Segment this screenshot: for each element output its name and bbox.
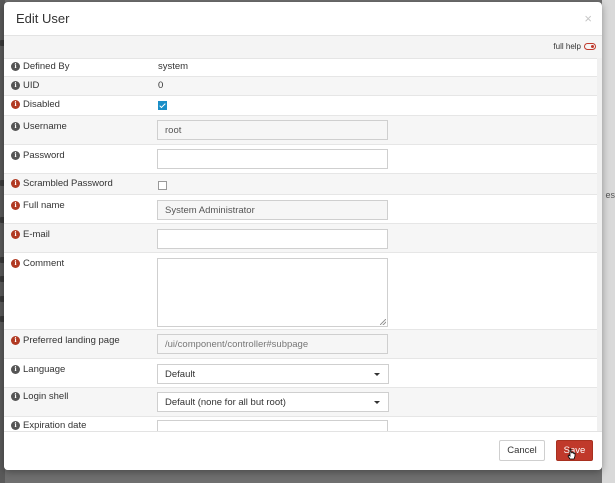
info-icon[interactable]: i	[11, 365, 20, 374]
info-icon[interactable]: i	[11, 81, 20, 90]
info-icon[interactable]: i	[11, 201, 20, 210]
caret-down-icon	[374, 401, 380, 404]
dialog-header: Edit User ×	[4, 2, 602, 36]
expiration-date-label: Expiration date	[23, 420, 87, 431]
password-label: Password	[23, 150, 65, 161]
dialog-title: Edit User	[16, 11, 70, 26]
language-select[interactable]: Default	[157, 364, 389, 384]
login-shell-selected-value: Default (none for all but root)	[165, 396, 286, 408]
resize-grip-icon[interactable]	[380, 319, 386, 325]
full-help-toggle[interactable]: full help	[553, 42, 596, 51]
disabled-label: Disabled	[23, 99, 60, 110]
row-defined-by: i Defined By system	[4, 58, 602, 77]
defined-by-value: system	[158, 61, 189, 72]
full-name-input[interactable]: System Administrator	[157, 200, 388, 220]
form-body[interactable]: i Defined By system i UID 0 i Disabled i	[4, 58, 602, 433]
row-username: i Username root	[4, 116, 602, 145]
uid-value: 0	[158, 80, 164, 91]
disabled-checkbox[interactable]	[158, 101, 167, 110]
edit-user-dialog: Edit User × full help i Defined By syste…	[4, 2, 602, 470]
info-icon[interactable]: i	[11, 179, 20, 188]
info-icon[interactable]: i	[11, 62, 20, 71]
info-icon[interactable]: i	[11, 259, 20, 268]
scrambled-password-checkbox[interactable]	[158, 181, 167, 190]
info-icon[interactable]: i	[11, 421, 20, 430]
landing-page-input[interactable]: /ui/component/controller#subpage	[157, 334, 388, 354]
full-help-label: full help	[553, 42, 581, 51]
row-password: i Password	[4, 145, 602, 174]
landing-page-label: Preferred landing page	[23, 335, 120, 346]
pointer-cursor-icon	[567, 448, 576, 460]
info-icon[interactable]: i	[11, 392, 20, 401]
username-input[interactable]: root	[157, 120, 388, 140]
language-label: Language	[23, 364, 66, 375]
row-uid: i UID 0	[4, 77, 602, 96]
login-shell-select[interactable]: Default (none for all but root)	[157, 392, 389, 412]
info-icon[interactable]: i	[11, 122, 20, 131]
help-bar: full help	[4, 36, 602, 59]
row-disabled: i Disabled	[4, 96, 602, 116]
cancel-button[interactable]: Cancel	[499, 440, 545, 461]
full-name-label: Full name	[23, 200, 65, 211]
scrollbar[interactable]	[597, 58, 602, 433]
username-label: Username	[23, 121, 67, 132]
comment-textarea[interactable]	[157, 258, 388, 327]
row-language: i Language Default	[4, 359, 602, 388]
email-label: E-mail	[23, 229, 50, 240]
close-icon[interactable]: ×	[584, 11, 592, 26]
comment-label: Comment	[23, 258, 65, 269]
info-icon[interactable]: i	[11, 100, 20, 109]
caret-down-icon	[374, 373, 380, 376]
defined-by-label: Defined By	[23, 61, 70, 72]
info-icon[interactable]: i	[11, 151, 20, 160]
info-icon[interactable]: i	[11, 230, 20, 239]
row-comment: i Comment	[4, 253, 602, 330]
row-full-name: i Full name System Administrator	[4, 195, 602, 224]
dialog-footer: Cancel Save	[4, 431, 602, 470]
row-landing-page: i Preferred landing page /ui/component/c…	[4, 330, 602, 359]
row-login-shell: i Login shell Default (none for all but …	[4, 388, 602, 417]
row-email: i E-mail	[4, 224, 602, 253]
password-input[interactable]	[157, 149, 388, 169]
info-icon[interactable]: i	[11, 336, 20, 345]
background-text: es	[605, 190, 615, 200]
toggle-off-icon[interactable]	[584, 43, 596, 50]
language-selected-value: Default	[165, 368, 196, 380]
uid-label: UID	[23, 80, 40, 91]
background-panel	[602, 0, 615, 483]
scrambled-password-label: Scrambled Password	[23, 178, 113, 189]
login-shell-label: Login shell	[23, 391, 69, 402]
row-scrambled-password: i Scrambled Password	[4, 174, 602, 195]
email-input[interactable]	[157, 229, 388, 249]
